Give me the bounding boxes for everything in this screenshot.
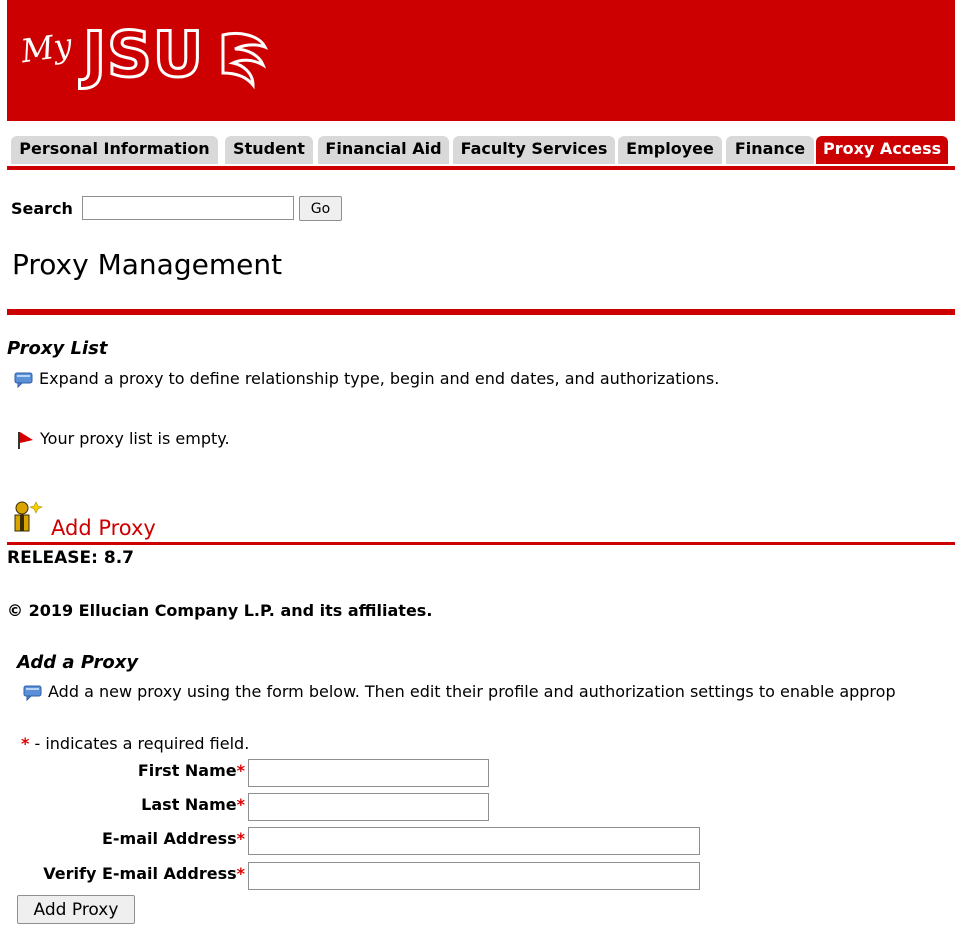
tab-personal-information[interactable]: Personal Information [11, 136, 218, 164]
last-name-input[interactable] [248, 793, 489, 821]
verify-email-label: Verify E-mail Address* [43, 864, 245, 883]
proxy-list-empty-text: Your proxy list is empty. [40, 429, 230, 448]
add-proxy-divider [7, 542, 955, 545]
add-proxy-title: Add a Proxy [17, 652, 139, 673]
logo-jsu-text: JSU [81, 17, 205, 92]
info-bubble-icon [23, 685, 42, 701]
proxy-list-empty: Your proxy list is empty. [16, 429, 230, 450]
proxy-list-info-text: Expand a proxy to define relationship ty… [39, 369, 720, 388]
main-tabs: Personal Information Student Financial A… [7, 136, 955, 168]
tab-financial-aid[interactable]: Financial Aid [318, 136, 449, 164]
tab-proxy-access[interactable]: Proxy Access [816, 136, 948, 164]
email-label: E-mail Address* [101, 829, 245, 848]
required-note-text: - indicates a required field. [34, 734, 250, 753]
search-go-button[interactable]: Go [299, 196, 342, 221]
flag-icon [18, 431, 33, 449]
proxy-list-title: Proxy List [7, 338, 108, 359]
email-input[interactable] [248, 827, 700, 855]
tab-employee[interactable]: Employee [618, 136, 722, 164]
add-proxy-link-label: Add Proxy [51, 516, 156, 540]
last-name-label: Last Name* [141, 795, 245, 814]
required-note: * - indicates a required field. [21, 734, 249, 753]
header-banner: My JSU [7, 0, 955, 121]
info-bubble-icon [14, 372, 33, 388]
add-proxy-info: Add a new proxy using the form below. Th… [23, 682, 896, 701]
first-name-input[interactable] [248, 759, 489, 787]
tab-faculty-services[interactable]: Faculty Services [453, 136, 615, 164]
copyright-text: © 2019 Ellucian Company L.P. and its aff… [7, 601, 433, 620]
tab-finance[interactable]: Finance [726, 136, 814, 164]
title-divider [7, 309, 955, 315]
search-label: Search [11, 199, 73, 218]
tab-student[interactable]: Student [225, 136, 313, 164]
myjsu-logo[interactable]: My JSU [18, 15, 269, 95]
page-title: Proxy Management [12, 248, 283, 281]
logo-wing-icon [221, 32, 269, 89]
add-person-icon [14, 501, 43, 532]
proxy-list-info: Expand a proxy to define relationship ty… [14, 369, 719, 388]
required-star: * [21, 734, 30, 753]
release-label: RELEASE: 8.7 [7, 548, 134, 568]
logo-my-text: My [18, 25, 75, 71]
add-proxy-submit-button[interactable]: Add Proxy [17, 895, 135, 924]
first-name-label: First Name* [137, 761, 245, 780]
verify-email-input[interactable] [248, 862, 700, 890]
add-proxy-info-text: Add a new proxy using the form below. Th… [48, 682, 896, 701]
search-input[interactable] [82, 196, 294, 220]
tab-underline [7, 166, 955, 170]
